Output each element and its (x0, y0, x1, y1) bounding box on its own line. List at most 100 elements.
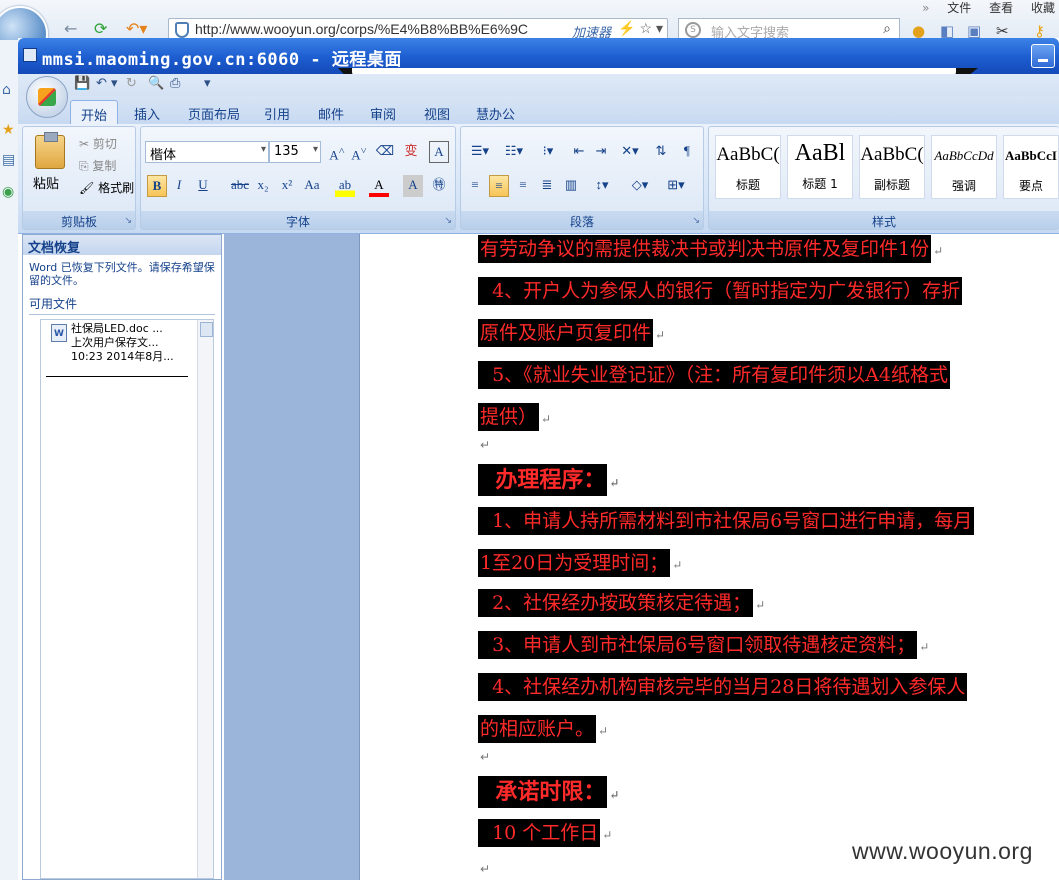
style-name: 副标题 (873, 178, 910, 192)
style-subtitle[interactable]: AaBbC( 副标题 (859, 135, 925, 199)
undo-icon[interactable]: ↶ ▾ (96, 76, 118, 91)
numbering-icon[interactable]: ☷▾ (499, 141, 529, 163)
menu-chevron-icon[interactable]: » (922, 1, 929, 15)
font-name-select[interactable]: 楷体 (145, 141, 269, 163)
tab-page-layout[interactable]: 页面布局 (178, 100, 250, 124)
line-spacing-icon[interactable]: ↕▾ (587, 175, 617, 197)
asian-layout-icon[interactable]: ✕▾ (615, 141, 645, 163)
increase-indent-icon[interactable]: ⇥ (591, 141, 611, 163)
superscript-button[interactable]: x² (277, 175, 297, 197)
recovered-file-list: 社保局LED.doc ... 上次用户保存文... 10:23 2014年8月.… (40, 319, 214, 879)
doc-line-text: 提供） (478, 403, 540, 431)
paragraph-mark-icon: ↵ (541, 412, 552, 426)
search-icon[interactable]: ⌕ (883, 21, 891, 37)
enclosed-character-icon[interactable]: ㊕ (429, 175, 449, 197)
menu-file[interactable]: 文件 (947, 1, 971, 15)
office-button[interactable] (26, 76, 68, 118)
show-marks-icon[interactable]: ¶ (677, 141, 697, 163)
format-painter-label: 格式刷 (98, 181, 135, 195)
tab-references[interactable]: 引用 (254, 100, 300, 124)
clipboard-launcher-icon[interactable]: ↘ (124, 216, 132, 226)
style-name: 要点 (1018, 179, 1043, 193)
multilevel-list-icon[interactable]: ⁝▾ (533, 141, 563, 163)
strikethrough-button[interactable]: abc (227, 175, 253, 197)
character-shading-icon[interactable]: A (403, 175, 423, 197)
redo-icon[interactable]: ↻ (126, 76, 137, 91)
recovered-file-item[interactable]: 社保局LED.doc ... 上次用户保存文... 10:23 2014年8月.… (49, 322, 199, 364)
document-page[interactable]: 有劳动争议的需提供裁决书或判决书原件及复印件1份 ↵ 4、开户人为参保人的银行（暂… (359, 234, 1059, 880)
tab-home[interactable]: 开始 (70, 100, 119, 124)
style-heading1[interactable]: AaBl 标题 1 (787, 135, 853, 199)
paragraph-mark-icon: ↵ (933, 244, 944, 258)
tab-insert[interactable]: 插入 (124, 100, 170, 124)
minimize-button[interactable] (1031, 44, 1055, 68)
back-icon[interactable]: ← (64, 20, 77, 38)
style-name: 标题 (735, 178, 760, 192)
paragraph-mark-icon: ↵ (480, 862, 491, 876)
align-center-icon[interactable]: ≡ (489, 175, 509, 197)
menu-favorites[interactable]: 收藏 (1031, 1, 1055, 15)
qat-customize-icon[interactable]: ▾ (204, 76, 211, 91)
paragraph-mark-icon: ↵ (598, 724, 609, 738)
clear-format-icon[interactable]: ⌫ (375, 141, 395, 163)
tab-view[interactable]: 视图 (414, 100, 460, 124)
paragraph-mark-icon: ↵ (480, 750, 491, 764)
browser-toolbar: ← ⟳ ↶▾ http://www.wooyun.org/corps/%E4%B… (0, 0, 1059, 62)
copy-button[interactable]: ⎘ 复制 (79, 157, 116, 174)
scrollbar[interactable] (197, 320, 213, 878)
borders-icon[interactable]: ⊞▾ (661, 175, 691, 197)
doc-line: 1、申请人持所需材料到市社保局6号窗口进行申请，每月 (478, 506, 975, 535)
cut-button[interactable]: ✂ 剪切 (79, 135, 117, 152)
print-preview-icon[interactable]: 🔍 (148, 76, 164, 91)
bullets-icon[interactable]: ☰▾ (465, 141, 495, 163)
italic-button[interactable]: I (169, 175, 189, 197)
paragraph-launcher-icon[interactable]: ↘ (692, 216, 700, 226)
change-case-button[interactable]: Aa (299, 175, 325, 197)
tab-huibangong[interactable]: 慧办公 (466, 100, 525, 124)
highlight-icon[interactable]: ab (335, 175, 355, 197)
refresh-icon[interactable]: ⟳ (94, 20, 107, 38)
justify-icon[interactable]: ≣ (537, 175, 557, 197)
align-right-icon[interactable]: ≡ (513, 175, 533, 197)
decrease-indent-icon[interactable]: ⇤ (569, 141, 589, 163)
style-emphasis[interactable]: AaBbCcDd 强调 (931, 135, 997, 199)
remote-desktop-window: mmsi.maoming.gov.cn:6060 - 远程桌面 💾 ↶ ▾ ↻ … (18, 38, 1059, 880)
tab-mailings[interactable]: 邮件 (308, 100, 354, 124)
star-icon[interactable]: ⚡ ☆ ▾ (618, 20, 663, 37)
download-icon[interactable]: ◉ (2, 184, 14, 200)
history-icon[interactable]: ▤ (2, 152, 15, 168)
underline-button[interactable]: U (193, 175, 213, 197)
menu-view[interactable]: 查看 (989, 1, 1013, 15)
copy-label: 复制 (92, 159, 117, 173)
style-title[interactable]: AaBbC( 标题 (715, 135, 781, 199)
phonetic-guide-icon[interactable]: 变 (401, 141, 421, 163)
paragraph-mark-icon: ↵ (919, 640, 930, 654)
style-sample: AaBl (794, 140, 846, 166)
bold-button[interactable]: B (147, 175, 167, 197)
font-color-icon[interactable]: A (369, 175, 389, 197)
favorites-icon[interactable]: ★ (2, 122, 15, 138)
doc-line: 5、《就业失业登记证》（注：所有复印件须以A4纸格式 (478, 360, 950, 389)
tab-review[interactable]: 审阅 (360, 100, 406, 124)
subscript-button[interactable]: x₂ (253, 175, 273, 197)
cut-label: 剪切 (92, 137, 117, 151)
style-name: 强调 (951, 179, 976, 193)
doc-line-text: 1、申请人持所需材料到市社保局6号窗口进行申请，每月 (478, 507, 975, 535)
home-icon[interactable]: ⌂ (2, 82, 11, 98)
grow-font-icon[interactable]: A˄ (327, 141, 347, 163)
align-left-icon[interactable]: ≡ (465, 175, 485, 197)
font-launcher-icon[interactable]: ↘ (444, 216, 452, 226)
shading-icon[interactable]: ◇▾ (625, 175, 655, 197)
doc-line: 有劳动争议的需提供裁决书或判决书原件及复印件1份 ↵ (478, 234, 944, 263)
shrink-font-icon[interactable]: A˅ (349, 141, 369, 163)
distribute-icon[interactable]: ▥ (561, 175, 581, 197)
save-icon[interactable]: 💾 (74, 76, 90, 91)
font-size-select[interactable]: 135 (269, 141, 321, 163)
print-icon[interactable]: ⎙ (170, 76, 180, 91)
format-painter-button[interactable]: 🖌 格式刷 (79, 179, 134, 196)
style-strong[interactable]: AaBbCcI 要点 (1003, 135, 1059, 199)
undo-close-icon[interactable]: ↶▾ (126, 20, 147, 38)
recovered-file-menu[interactable]: ... (152, 322, 163, 335)
character-border-icon[interactable]: A (429, 141, 449, 163)
sort-icon[interactable]: ⇅ (651, 141, 671, 163)
